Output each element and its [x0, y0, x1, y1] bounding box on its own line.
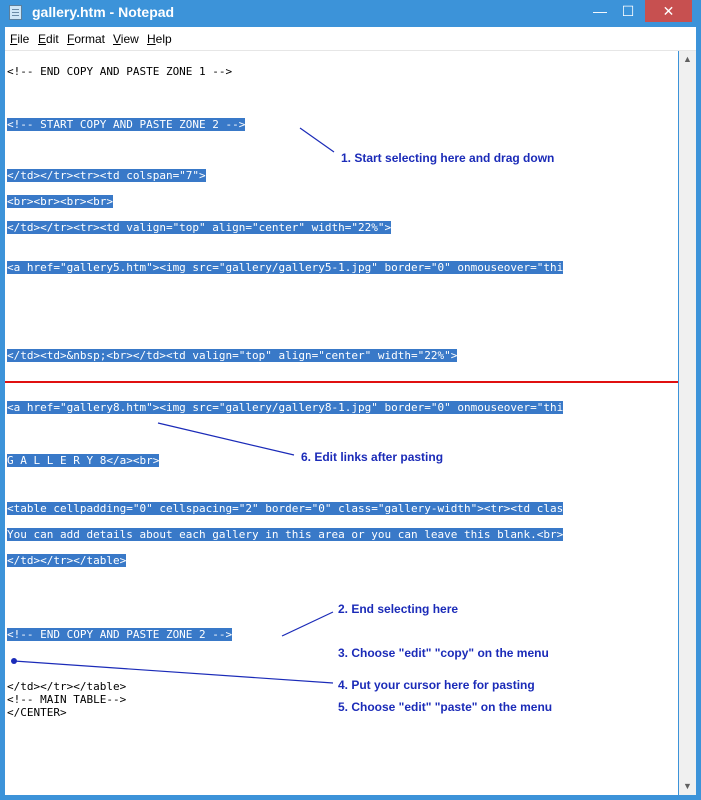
notepad-window: gallery.htm - Notepad — ☐ ✕ File Edit Fo…	[0, 0, 701, 800]
menu-view[interactable]: View	[113, 32, 139, 46]
scroll-down-icon[interactable]: ▼	[679, 778, 696, 795]
editor-line: <a href="gallery8.htm"><img src="gallery…	[7, 401, 564, 414]
menu-help[interactable]: Help	[147, 32, 172, 46]
editor-line: <table cellpadding="0" cellspacing="2" b…	[7, 502, 564, 515]
editor-line: <!-- START COPY AND PASTE ZONE 2 -->	[7, 118, 246, 131]
annotation-step-3: 3. Choose "edit" "copy" on the menu	[338, 646, 549, 660]
close-button[interactable]: ✕	[645, 0, 692, 22]
notepad-icon	[9, 5, 22, 20]
editor-line: <br><br><br><br>	[7, 195, 113, 208]
editor-line: <!-- END COPY AND PASTE ZONE 1 -->	[7, 65, 233, 78]
editor-line: </CENTER>	[7, 706, 67, 719]
scroll-up-icon[interactable]: ▲	[679, 51, 696, 68]
divider-line	[5, 381, 678, 383]
minimize-button[interactable]: —	[586, 0, 614, 22]
annotation-step-1: 1. Start selecting here and drag down	[341, 151, 555, 165]
editor-line: G A L L E R Y 8</a><br>	[7, 454, 160, 467]
annotation-step-5: 5. Choose "edit" "paste" on the menu	[338, 700, 553, 714]
editor-line: <!-- MAIN TABLE-->	[7, 693, 127, 706]
vertical-scrollbar[interactable]: ▲ ▼	[679, 51, 696, 795]
menu-bar: File Edit Format View Help	[5, 27, 696, 51]
annotation-step-4: 4. Put your cursor here for pasting	[338, 678, 535, 692]
editor-line: <!-- END COPY AND PASTE ZONE 2 -->	[7, 628, 233, 641]
editor-line: </td></tr><tr><td colspan="7">	[7, 169, 206, 182]
editor-line: <a href="gallery5.htm"><img src="gallery…	[7, 261, 564, 274]
editor-line: </td></tr></table>	[7, 680, 127, 693]
annotation-step-2: 2. End selecting here	[338, 602, 459, 616]
editor-line: You can add details about each gallery i…	[7, 528, 564, 541]
title-bar[interactable]: gallery.htm - Notepad — ☐ ✕	[0, 0, 701, 26]
menu-file[interactable]: File	[10, 32, 29, 46]
menu-edit[interactable]: Edit	[38, 32, 59, 46]
menu-format[interactable]: Format	[67, 32, 105, 46]
editor-line: </td></tr></table>	[7, 554, 127, 567]
maximize-button[interactable]: ☐	[614, 0, 642, 22]
annotation-step-6: 6. Edit links after pasting	[301, 450, 444, 464]
editor-line: </td><td>&nbsp;<br></td><td valign="top"…	[7, 349, 458, 362]
window-title: gallery.htm - Notepad	[32, 4, 175, 20]
editor-line: </td></tr><tr><td valign="top" align="ce…	[7, 221, 392, 234]
